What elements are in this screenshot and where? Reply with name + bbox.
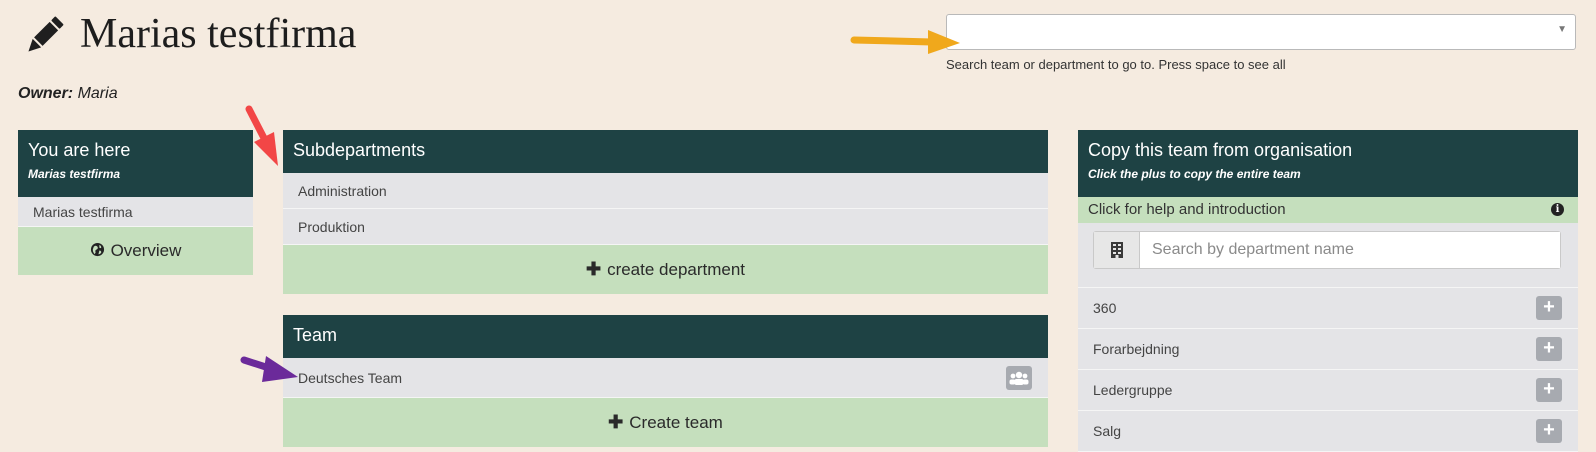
copy-team-plus-button[interactable]: +: [1536, 378, 1562, 402]
red-arrow-icon: [245, 105, 278, 166]
create-team-label: Create team: [629, 413, 723, 432]
location-panel-subtitle: Marias testfirma: [28, 167, 121, 181]
team-panel-title: Team: [293, 325, 338, 345]
org-department-label: 360: [1093, 300, 1117, 316]
org-department-label: Ledergruppe: [1093, 382, 1173, 398]
breadcrumb-item[interactable]: Marias testfirma: [18, 197, 253, 227]
copy-team-plus-button[interactable]: +: [1536, 419, 1562, 443]
copy-team-panel: Copy this team from organisation Click t…: [1078, 130, 1578, 452]
subdepartments-panel: Subdepartments Administration Produktion…: [283, 130, 1048, 294]
org-department-item: Ledergruppe +: [1078, 370, 1578, 411]
team-panel-header: Team: [283, 315, 1048, 358]
owner-value: Maria: [77, 85, 118, 102]
copy-team-panel-subtitle: Click the plus to copy the entire team: [1088, 167, 1301, 181]
org-department-item: 360 +: [1078, 288, 1578, 329]
plus-icon: ✚: [608, 412, 624, 432]
info-icon[interactable]: i: [1551, 203, 1564, 216]
subdepartment-item[interactable]: Administration: [283, 173, 1048, 209]
create-department-button[interactable]: ✚ create department: [283, 245, 1048, 294]
subdepartment-item-label: Produktion: [298, 219, 365, 235]
org-department-label: Forarbejdning: [1093, 341, 1180, 357]
breadcrumb-item-label: Marias testfirma: [33, 204, 133, 220]
create-department-label: create department: [607, 260, 746, 279]
team-panel: Team Deutsches Team ✚ Create team: [283, 315, 1048, 447]
subdepartment-item-label: Administration: [298, 183, 387, 199]
copy-team-plus-button[interactable]: +: [1536, 337, 1562, 361]
orange-arrow-icon: [850, 30, 960, 54]
overview-button[interactable]: Overview: [18, 227, 253, 275]
pencil-icon: [24, 16, 64, 56]
subdepartments-panel-header: Subdepartments: [283, 130, 1048, 173]
owner-line: Owner: Maria: [18, 85, 118, 103]
team-item-label: Deutsches Team: [298, 370, 403, 386]
chevron-down-icon[interactable]: ▼: [1557, 24, 1567, 35]
globe-icon: [90, 228, 105, 276]
owner-label: Owner:: [18, 85, 74, 102]
overview-label: Overview: [110, 241, 182, 260]
location-panel-header: You are here Marias testfirma: [18, 130, 253, 197]
department-search-group: [1093, 231, 1561, 269]
subdepartments-panel-title: Subdepartments: [293, 140, 426, 160]
purple-arrow-icon: [240, 356, 298, 382]
page-title: Marias testfirma: [80, 11, 357, 57]
help-introduction-label: Click for help and introduction: [1088, 201, 1286, 218]
create-team-button[interactable]: ✚ Create team: [283, 398, 1048, 447]
plus-icon: ✚: [585, 259, 602, 279]
search-help-text: Search team or department to go to. Pres…: [946, 57, 1286, 72]
location-panel-title: You are here: [28, 140, 131, 160]
subdepartment-item[interactable]: Produktion: [283, 209, 1048, 245]
team-item[interactable]: Deutsches Team: [283, 358, 1048, 398]
location-panel: You are here Marias testfirma Marias tes…: [18, 130, 253, 275]
department-search-row: [1078, 223, 1578, 288]
building-icon: [1094, 232, 1140, 268]
department-search-input[interactable]: [1140, 232, 1560, 268]
copy-team-plus-button[interactable]: +: [1536, 296, 1562, 320]
team-search-select[interactable]: ▼: [946, 14, 1576, 50]
users-icon[interactable]: [1006, 366, 1032, 390]
org-department-item: Forarbejdning +: [1078, 329, 1578, 370]
copy-team-panel-title: Copy this team from organisation: [1088, 140, 1353, 160]
org-department-item: Salg +: [1078, 411, 1578, 452]
help-introduction-link[interactable]: Click for help and introduction i: [1078, 197, 1578, 223]
copy-team-panel-header: Copy this team from organisation Click t…: [1078, 130, 1578, 197]
org-department-label: Salg: [1093, 423, 1122, 439]
